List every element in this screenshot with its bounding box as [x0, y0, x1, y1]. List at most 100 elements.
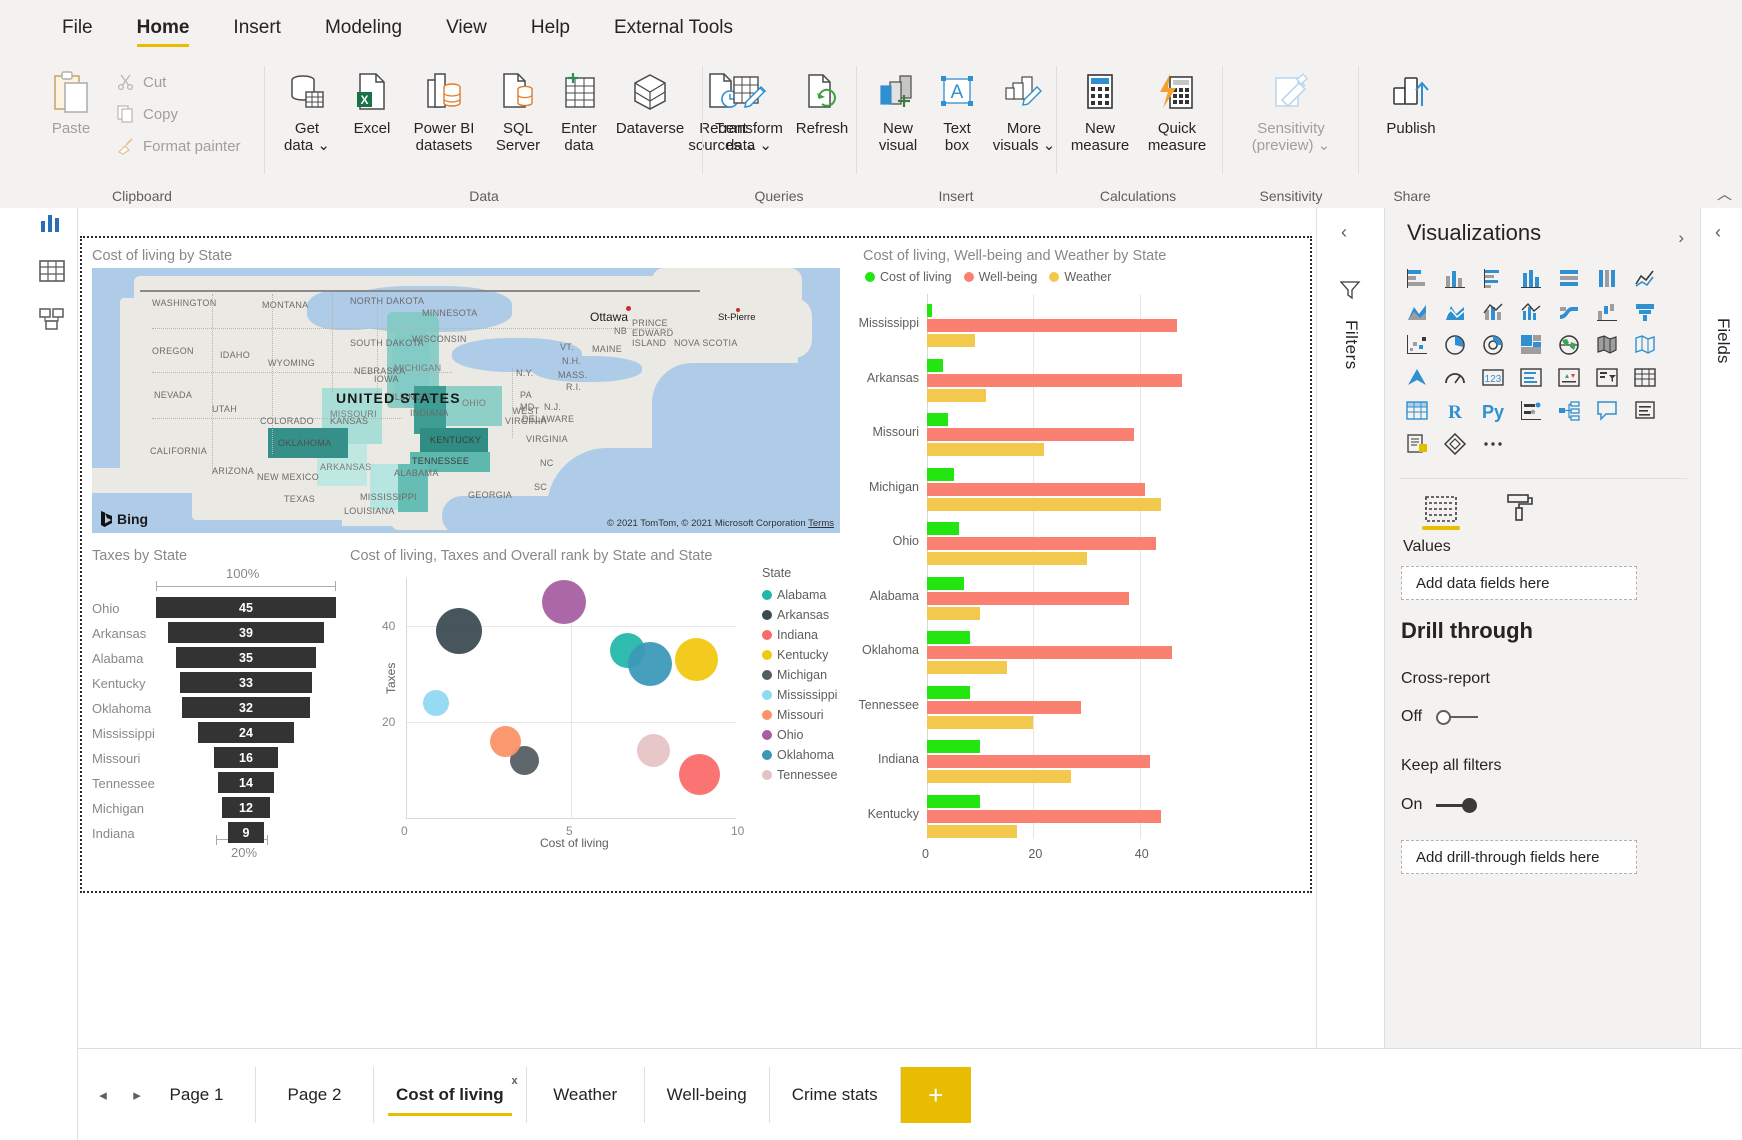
- funnel-chart-icon[interactable]: [1627, 295, 1665, 328]
- treemap-icon[interactable]: [1513, 328, 1551, 361]
- waterfall-chart-icon[interactable]: [1589, 295, 1627, 328]
- bar-segment[interactable]: [927, 334, 975, 347]
- bar-segment[interactable]: [927, 482, 1146, 496]
- bar-legend-item[interactable]: Weather: [1049, 270, 1111, 284]
- funnel-row[interactable]: Arkansas 39: [86, 621, 342, 645]
- slicer-icon[interactable]: [1589, 361, 1627, 394]
- map-terms-link[interactable]: Terms: [808, 518, 834, 529]
- map-canvas[interactable]: WASHINGTON MONTANA NORTH DAKOTA MINNESOT…: [92, 268, 840, 533]
- filled-map-icon[interactable]: [1589, 328, 1627, 361]
- scatter-legend-item[interactable]: Michigan: [762, 665, 846, 685]
- pie-chart-icon[interactable]: [1437, 328, 1475, 361]
- stacked-bar-chart-icon[interactable]: [1399, 262, 1437, 295]
- ribbon-tab-help[interactable]: Help: [509, 0, 592, 56]
- multi-row-card-icon[interactable]: [1513, 361, 1551, 394]
- visual-funnel-taxes-by-state[interactable]: Taxes by State 100% 20% Ohio 45 Arkansas 39…: [86, 544, 342, 864]
- bar-segment[interactable]: [927, 373, 1183, 387]
- keep-all-filters-toggle[interactable]: On: [1401, 796, 1478, 814]
- text-box-button[interactable]: A Text box: [930, 64, 984, 154]
- get-data-button[interactable]: Get data ⌄: [276, 64, 338, 154]
- bar-segment[interactable]: [927, 576, 965, 590]
- new-measure-button[interactable]: New measure: [1064, 64, 1136, 154]
- scatter-bubble[interactable]: [637, 734, 670, 768]
- excel-button[interactable]: X Excel: [344, 64, 400, 137]
- filters-expand-chevron-left-icon[interactable]: ‹: [1341, 222, 1347, 243]
- decomposition-tree-icon[interactable]: [1551, 394, 1589, 427]
- bar-segment[interactable]: [927, 319, 1178, 332]
- donut-chart-icon[interactable]: [1475, 328, 1513, 361]
- sensitivity-button[interactable]: Sensitivity (preview) ⌄: [1232, 64, 1350, 154]
- clustered-column-chart-icon[interactable]: [1513, 262, 1551, 295]
- ribbon-tab-file[interactable]: File: [40, 0, 115, 56]
- power-apps-icon[interactable]: [1437, 427, 1475, 460]
- smart-narrative-icon[interactable]: [1627, 394, 1665, 427]
- bar-segment[interactable]: [927, 606, 981, 620]
- bar-segment[interactable]: [927, 443, 1045, 456]
- bar-segment[interactable]: [927, 467, 954, 481]
- bar-segment[interactable]: [927, 755, 1151, 768]
- scatter-legend-item[interactable]: Indiana: [762, 625, 846, 645]
- visual-bar-cost-wellbeing-weather[interactable]: Cost of living, Well-being and Weather b…: [857, 244, 1247, 864]
- 100-stacked-bar-chart-icon[interactable]: [1551, 262, 1589, 295]
- fields-tab-icon[interactable]: [1419, 490, 1463, 530]
- ribbon-tab-insert[interactable]: Insert: [211, 0, 303, 56]
- funnel-bar[interactable]: 39: [168, 622, 324, 643]
- bar-segment[interactable]: [927, 794, 981, 808]
- bing-logo[interactable]: Bing: [100, 511, 148, 527]
- add-page-button[interactable]: +: [900, 1067, 971, 1123]
- bar-segment[interactable]: [927, 661, 1007, 674]
- area-chart-icon[interactable]: [1399, 295, 1437, 328]
- card-icon[interactable]: 123: [1475, 361, 1513, 394]
- scatter-bubble[interactable]: [628, 642, 673, 687]
- bar-legend-item[interactable]: Well-being: [963, 270, 1037, 284]
- table-icon[interactable]: [1627, 361, 1665, 394]
- scatter-chart-icon[interactable]: [1399, 328, 1437, 361]
- scatter-bubble[interactable]: [422, 689, 449, 716]
- page-tab-cost-of-living[interactable]: Cost of living x: [374, 1067, 527, 1123]
- clustered-bar-chart-icon[interactable]: [1475, 262, 1513, 295]
- scatter-legend-item[interactable]: Mississippi: [762, 685, 846, 705]
- scatter-bubble[interactable]: [679, 754, 721, 796]
- bar-segment[interactable]: [927, 700, 1082, 714]
- dataverse-button[interactable]: Dataverse: [608, 64, 692, 137]
- page-tab-well-being[interactable]: Well-being: [645, 1067, 770, 1123]
- add-drill-through-fields-dropzone[interactable]: Add drill-through fields here: [1401, 840, 1637, 874]
- bar-segment[interactable]: [927, 685, 970, 699]
- visualizations-expand-chevron-right-icon[interactable]: ›: [1678, 228, 1684, 248]
- cut-button[interactable]: Cut: [116, 72, 166, 92]
- funnel-bar[interactable]: 16: [214, 747, 278, 768]
- funnel-bar[interactable]: 9: [228, 822, 264, 843]
- visual-scatter-cost-taxes-rank[interactable]: Cost of living, Taxes and Overall rank b…: [344, 544, 844, 864]
- bar-segment[interactable]: [927, 631, 970, 644]
- funnel-row[interactable]: Oklahoma 32: [86, 696, 342, 720]
- paginated-report-icon[interactable]: [1399, 427, 1437, 460]
- visual-map-cost-of-living[interactable]: Cost of living by State WASHINGTON MONTA…: [86, 244, 846, 534]
- page-tab-weather[interactable]: Weather: [527, 1067, 645, 1123]
- key-influencers-icon[interactable]: [1513, 394, 1551, 427]
- bar-segment[interactable]: [927, 413, 949, 426]
- report-page-selected[interactable]: Cost of living by State WASHINGTON MONTA…: [80, 236, 1312, 893]
- 100-stacked-column-chart-icon[interactable]: [1589, 262, 1627, 295]
- format-painter-button[interactable]: Format painter: [116, 136, 241, 156]
- scatter-legend-item[interactable]: Alabama: [762, 585, 846, 605]
- ribbon-chart-icon[interactable]: [1551, 295, 1589, 328]
- powerbi-datasets-button[interactable]: Power BI datasets: [404, 64, 484, 154]
- scatter-legend-item[interactable]: Arkansas: [762, 605, 846, 625]
- sql-server-button[interactable]: SQL Server: [488, 64, 548, 154]
- funnel-row[interactable]: Ohio 45: [86, 596, 342, 620]
- filters-pane-collapsed[interactable]: ‹ Filters: [1316, 208, 1384, 1048]
- ribbon-tab-home[interactable]: Home: [115, 0, 212, 56]
- matrix-icon[interactable]: [1399, 394, 1437, 427]
- scatter-bubble[interactable]: [489, 725, 521, 757]
- scatter-bubble[interactable]: [542, 580, 587, 624]
- copy-button[interactable]: Copy: [116, 104, 178, 124]
- page-tab-page-1[interactable]: Page 1: [138, 1067, 256, 1123]
- transform-data-button[interactable]: Transform data ⌄: [710, 64, 788, 154]
- bar-segment[interactable]: [927, 537, 1156, 550]
- fields-expand-chevron-left-icon[interactable]: ‹: [1715, 222, 1721, 243]
- funnel-row[interactable]: Tennessee 14: [86, 771, 342, 795]
- enter-data-button[interactable]: Enter data: [548, 64, 610, 154]
- map-icon[interactable]: [1551, 328, 1589, 361]
- python-visual-icon[interactable]: Py: [1475, 394, 1513, 427]
- stacked-area-chart-icon[interactable]: [1437, 295, 1475, 328]
